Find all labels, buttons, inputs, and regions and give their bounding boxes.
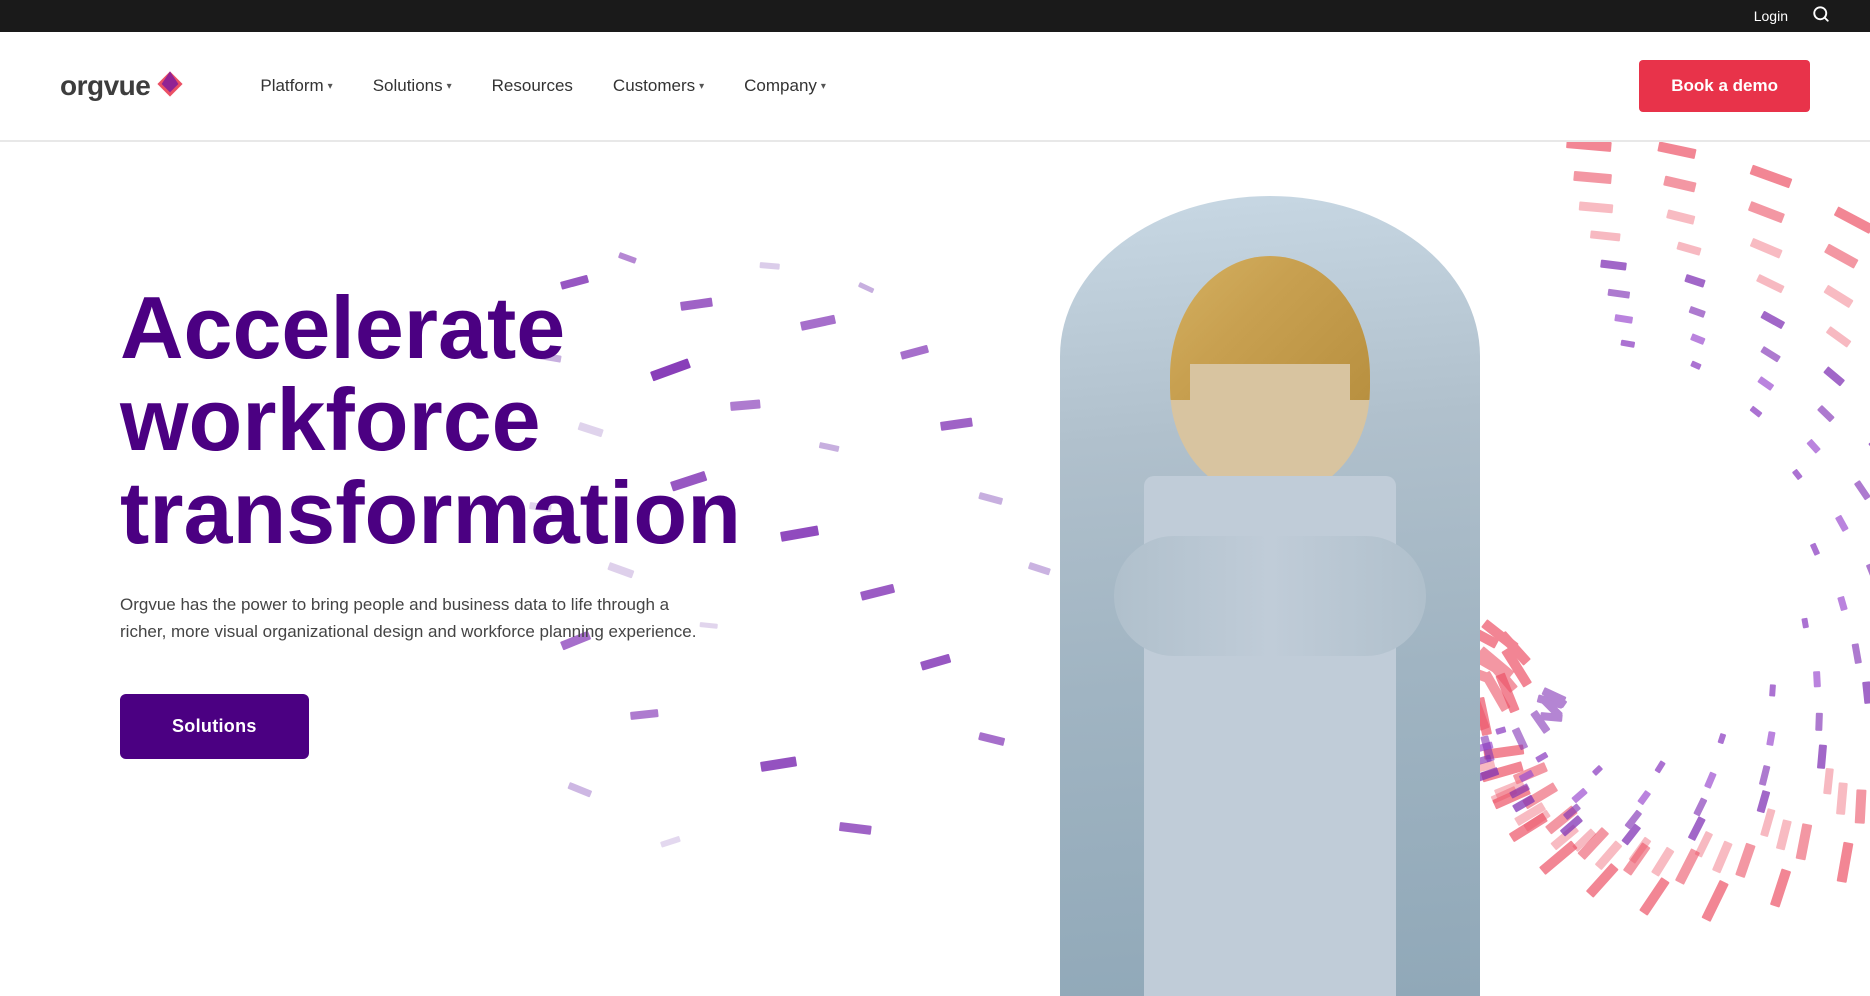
nav-item-solutions[interactable]: Solutions ▾	[357, 68, 468, 104]
search-icon[interactable]	[1812, 5, 1830, 28]
chevron-down-icon: ▾	[821, 81, 826, 92]
nav-item-resources[interactable]: Resources	[476, 68, 589, 104]
solutions-button[interactable]: Solutions	[120, 694, 309, 759]
login-link[interactable]: Login	[1754, 8, 1788, 24]
nav-item-company[interactable]: Company ▾	[728, 68, 842, 104]
hero-headline: Accelerate workforce transformation	[120, 282, 741, 559]
nav-label-resources: Resources	[492, 76, 573, 96]
chevron-down-icon: ▾	[699, 81, 704, 92]
logo-text: orgvue	[60, 70, 150, 102]
nav-item-platform[interactable]: Platform ▾	[244, 68, 348, 104]
nav-links: Platform ▾ Solutions ▾ Resources Custome…	[244, 68, 1639, 104]
hero-content: Accelerate workforce transformation Orgv…	[0, 222, 741, 819]
nav-label-customers: Customers	[613, 76, 695, 96]
headline-line1: Accelerate	[120, 278, 565, 377]
hero-section: Accelerate workforce transformation Orgv…	[0, 142, 1870, 996]
logo[interactable]: orgvue	[60, 70, 184, 103]
nav-label-company: Company	[744, 76, 817, 96]
nav-label-platform: Platform	[260, 76, 323, 96]
hero-subtitle: Orgvue has the power to bring people and…	[120, 591, 700, 645]
book-demo-button[interactable]: Book a demo	[1639, 60, 1810, 112]
navbar: orgvue Platform ▾ Solutions ▾ Resources …	[0, 32, 1870, 142]
chevron-down-icon: ▾	[447, 81, 452, 92]
top-bar: Login	[0, 0, 1870, 32]
chevron-down-icon: ▾	[328, 81, 333, 92]
logo-diamond-icon	[156, 70, 184, 103]
nav-label-solutions: Solutions	[373, 76, 443, 96]
person-image	[1030, 176, 1510, 996]
headline-line2: workforce	[120, 370, 541, 469]
headline-line3: transformation	[120, 463, 741, 562]
nav-item-customers[interactable]: Customers ▾	[597, 68, 720, 104]
